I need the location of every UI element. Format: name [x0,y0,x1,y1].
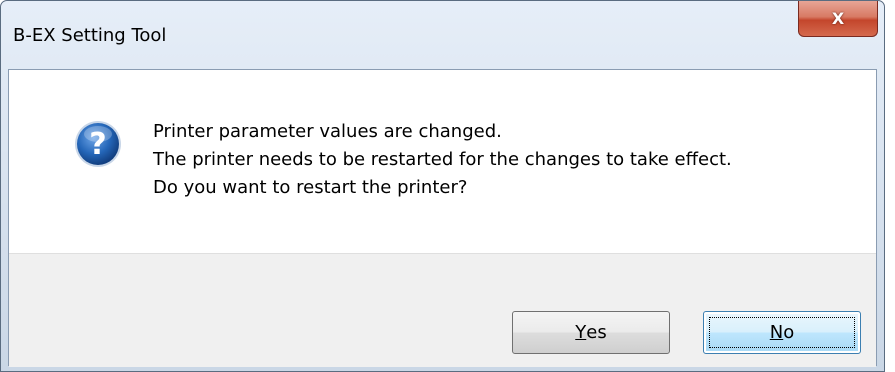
close-icon: X [831,9,845,28]
message-line: The printer needs to be restarted for th… [153,149,732,170]
message-line: Printer parameter values are changed. [153,121,502,142]
close-button[interactable]: X [798,1,878,37]
message-area: ? Printer parameter values are changed. … [9,70,876,253]
dialog-client-area: ? Printer parameter values are changed. … [8,69,877,367]
yes-accelerator: Y [575,322,587,343]
yes-label: es [586,322,607,343]
svg-text:?: ? [89,127,106,162]
window-title: B-EX Setting Tool [13,25,167,46]
message-line: Do you want to restart the printer? [153,177,468,198]
button-bar: Yes No [9,253,876,367]
no-label: o [783,322,795,343]
question-icon: ? [75,121,121,167]
yes-button[interactable]: Yes [512,311,670,354]
message-text: Printer parameter values are changed. Th… [153,118,732,202]
no-button[interactable]: No [703,311,861,354]
no-accelerator: N [769,322,784,343]
dialog-window: B-EX Setting Tool X ? Printer parameter … [0,0,885,372]
title-bar[interactable]: B-EX Setting Tool X [1,1,884,69]
